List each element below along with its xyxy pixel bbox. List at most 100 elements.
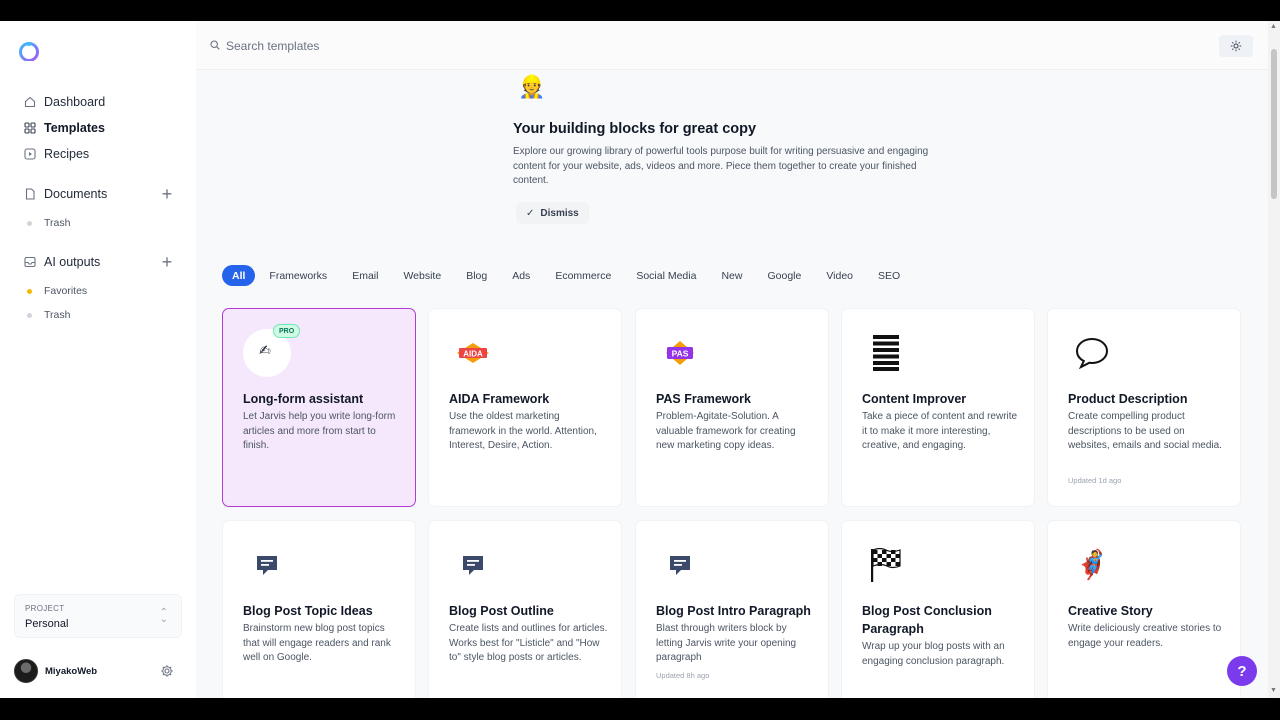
template-card-long-form-assistant[interactable]: ✍ PRO Long-form assistant Let Jarvis hel… bbox=[222, 308, 416, 507]
sun-icon bbox=[1230, 40, 1242, 52]
card-description: Brainstorm new blog post topics that wil… bbox=[243, 623, 391, 664]
hero-description: Explore our growing library of powerful … bbox=[513, 146, 929, 187]
pro-badge: PRO bbox=[273, 324, 301, 338]
svg-text:PAS: PAS bbox=[672, 349, 689, 359]
documents-trash[interactable]: Trash bbox=[27, 215, 70, 231]
template-card-content-improver[interactable]: Content Improver Take a piece of content… bbox=[841, 308, 1035, 507]
dismiss-button[interactable]: ✓ Dismiss bbox=[516, 202, 589, 224]
project-value: Personal bbox=[25, 618, 69, 630]
avatar bbox=[14, 659, 38, 683]
filter-blog[interactable]: Blog bbox=[455, 265, 498, 286]
filter-email[interactable]: Email bbox=[341, 265, 389, 286]
inbox-icon bbox=[23, 256, 36, 269]
speech-bubble-icon bbox=[1068, 329, 1116, 377]
pas-icon: PAS bbox=[656, 329, 704, 377]
ai-outputs-trash[interactable]: Trash bbox=[27, 307, 70, 323]
nav-ai-outputs[interactable]: AI outputs bbox=[23, 252, 100, 272]
card-title: Blog Post Outline bbox=[449, 604, 554, 618]
nav-dashboard-label: Dashboard bbox=[44, 95, 106, 109]
updated-timestamp: Updated 8h ago bbox=[656, 671, 710, 680]
nav-templates[interactable]: Templates bbox=[23, 118, 105, 138]
help-button[interactable]: ? bbox=[1227, 656, 1257, 686]
scrollbar-thumb[interactable] bbox=[1271, 49, 1277, 199]
filter-ads[interactable]: Ads bbox=[501, 265, 541, 286]
gear-icon[interactable] bbox=[160, 664, 174, 678]
scroll-down-arrow-icon[interactable]: ▼ bbox=[1270, 687, 1277, 694]
check-icon: ✓ bbox=[526, 207, 535, 219]
search-input[interactable] bbox=[226, 35, 626, 57]
card-title: Blog Post Intro Paragraph bbox=[656, 604, 811, 618]
filter-website[interactable]: Website bbox=[392, 265, 452, 286]
scroll-up-arrow-icon[interactable]: ▲ bbox=[1270, 23, 1277, 30]
card-description: Create lists and outlines for articles. … bbox=[449, 623, 608, 664]
nav-ai-outputs-label: AI outputs bbox=[44, 255, 101, 269]
nav-recipes-label: Recipes bbox=[44, 147, 90, 161]
filter-new[interactable]: New bbox=[710, 265, 753, 286]
nav-dashboard[interactable]: Dashboard bbox=[23, 92, 105, 112]
sidebar: Dashboard Templates Recipes Documents + … bbox=[0, 21, 196, 698]
template-card-blog-post-intro-paragraph[interactable]: Blog Post Intro Paragraph Blast through … bbox=[635, 520, 829, 698]
updated-timestamp: Updated 1d ago bbox=[1068, 476, 1122, 485]
home-icon bbox=[23, 96, 36, 109]
top-bar bbox=[196, 21, 1268, 70]
card-title: Blog Post Topic Ideas bbox=[243, 604, 373, 618]
favorites-label: Favorites bbox=[44, 285, 88, 297]
message-icon bbox=[449, 541, 497, 589]
project-label: PROJECT bbox=[25, 604, 65, 613]
user-profile[interactable]: MiyakoWeb bbox=[14, 659, 97, 683]
writing-hand-icon: ✍ PRO bbox=[243, 324, 301, 377]
ai-outputs-favorites[interactable]: Favorites bbox=[27, 283, 87, 299]
card-title: Content Improver bbox=[862, 392, 967, 406]
document-icon bbox=[23, 188, 36, 201]
jarvis-logo-icon[interactable] bbox=[17, 41, 41, 61]
filter-all[interactable]: All bbox=[222, 265, 256, 286]
checkered-flag-icon bbox=[862, 541, 910, 589]
card-title: Creative Story bbox=[1068, 604, 1153, 618]
template-card-blog-post-topic-ideas[interactable]: Blog Post Topic Ideas Brainstorm new blo… bbox=[222, 520, 416, 698]
card-description: Blast through writers block by letting J… bbox=[656, 623, 797, 664]
bullet-dot bbox=[27, 220, 32, 226]
nav-documents[interactable]: Documents bbox=[23, 184, 107, 204]
card-description: Wrap up your blog posts with an engaging… bbox=[862, 641, 1005, 667]
bullet-dot bbox=[27, 312, 32, 318]
aida-icon: AIDA bbox=[449, 329, 497, 377]
nav-recipes[interactable]: Recipes bbox=[23, 144, 89, 164]
template-card-blog-post-outline[interactable]: Blog Post Outline Create lists and outli… bbox=[428, 520, 622, 698]
hero-title: Your building blocks for great copy bbox=[513, 121, 757, 137]
card-description: Write deliciously creative stories to en… bbox=[1068, 623, 1222, 649]
filter-social-media[interactable]: Social Media bbox=[625, 265, 707, 286]
svg-text:AIDA: AIDA bbox=[463, 349, 483, 358]
filter-frameworks[interactable]: Frameworks bbox=[258, 265, 338, 286]
template-card-blog-post-conclusion-paragraph[interactable]: Blog Post Conclusion Paragraph Wrap up y… bbox=[841, 520, 1035, 698]
card-title: Product Description bbox=[1068, 392, 1188, 406]
card-description: Take a piece of content and rewrite it t… bbox=[862, 411, 1018, 452]
category-filters: All Frameworks Email Website Blog Ads Ec… bbox=[222, 265, 914, 286]
add-document-button[interactable]: + bbox=[160, 185, 174, 203]
template-card-pas-framework[interactable]: PAS PAS Framework Problem-Agitate-Soluti… bbox=[635, 308, 829, 507]
add-ai-output-button[interactable]: + bbox=[160, 253, 174, 271]
builder-emoji-icon: 👷 bbox=[518, 74, 546, 99]
filter-video[interactable]: Video bbox=[815, 265, 864, 286]
theme-toggle-button[interactable] bbox=[1219, 35, 1253, 57]
filter-google[interactable]: Google bbox=[756, 265, 812, 286]
template-card-product-description[interactable]: Product Description Create compelling pr… bbox=[1047, 308, 1241, 507]
card-title: Long-form assistant bbox=[243, 392, 364, 406]
template-card-aida-framework[interactable]: AIDA AIDA Framework Use the oldest marke… bbox=[428, 308, 622, 507]
superhero-glyph: 🦸 bbox=[1074, 549, 1110, 580]
card-title: PAS Framework bbox=[656, 392, 751, 406]
card-description: Create compelling product descriptions t… bbox=[1068, 411, 1222, 452]
filter-seo[interactable]: SEO bbox=[867, 265, 911, 286]
grid-icon bbox=[23, 122, 36, 135]
main-content: 👷 Your building blocks for great copy Ex… bbox=[196, 21, 1268, 698]
card-icon-wrap: ✍ PRO bbox=[243, 324, 301, 377]
filter-ecommerce[interactable]: Ecommerce bbox=[544, 265, 622, 286]
project-selector[interactable]: PROJECT Personal ⌃ ⌄ bbox=[14, 594, 182, 638]
user-name: MiyakoWeb bbox=[45, 665, 98, 677]
card-description: Let Jarvis help you write long-form arti… bbox=[243, 411, 396, 452]
favorite-dot bbox=[27, 288, 32, 294]
scrollbar[interactable]: ▲ ▼ bbox=[1268, 21, 1280, 698]
template-card-creative-story[interactable]: 🦸 Creative Story Write deliciously creat… bbox=[1047, 520, 1241, 698]
card-title: AIDA Framework bbox=[449, 392, 550, 406]
card-title: Blog Post Conclusion Paragraph bbox=[862, 604, 992, 636]
writing-hand-glyph: ✍ bbox=[259, 342, 271, 358]
